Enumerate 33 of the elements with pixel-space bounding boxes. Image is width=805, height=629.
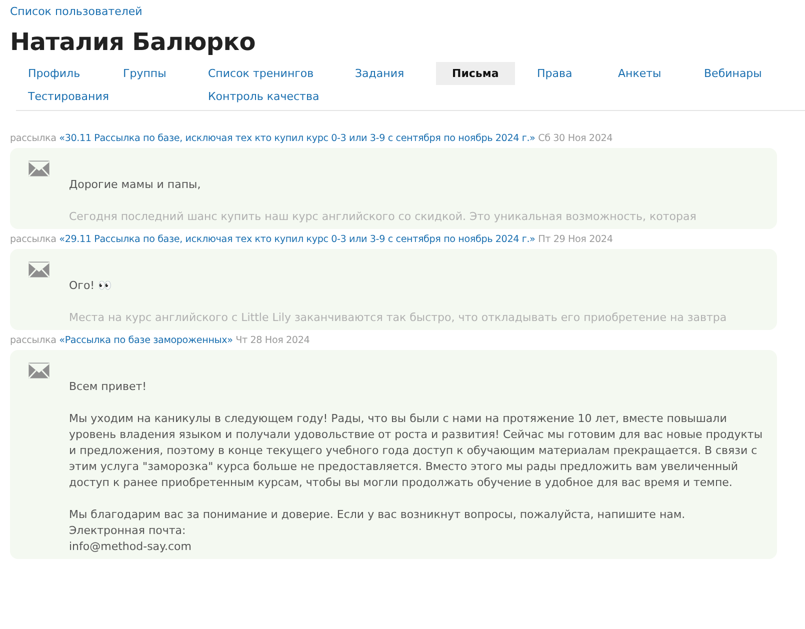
letter-text: Электронная почта:: [69, 523, 187, 539]
letter-type: рассылка: [10, 133, 56, 144]
letter-subject-link[interactable]: «Рассылка по базе замороженных»: [59, 335, 233, 346]
envelope-icon: [28, 160, 50, 177]
tab[interactable]: Права: [525, 62, 584, 85]
letter-subject-link[interactable]: «29.11 Рассылка по базе, исключая тех кто купил курс 0-3 или 3-9 с сентября по ноябрь 2024 г.»: [59, 234, 536, 245]
user-name-title: Наталия Балюрко: [10, 28, 256, 56]
letter-date: Сб 30 Ноя 2024: [538, 133, 613, 144]
letter-text: Сегодня последний шанс купить наш курс английского со скидкой. Это уникальная возможность, которая: [69, 209, 698, 225]
tab[interactable]: Группы: [111, 62, 178, 85]
letter-text: Всем привет!: [69, 379, 148, 395]
letter-text: Мы уходим на каникулы в следующем году! Рады, что вы были с нами на протяжение 10 лет, вместе повышали уровень владения языком и получали удовольствие от роста и развития! Сейчас мы готовим для вас новые продукты и предложения, поэтому в конце текущего учебного года доступ к обучающим материалам прекращается. В связи с этим услуга "заморозка" курса больше не предоставляется. Вместо этого мы рады предложить вам увеличенный доступ к ранее приобретенным курсам, чтобы вы могли продолжать обучение в удобное для вас время и темпе.: [69, 411, 764, 491]
tab[interactable]: Анкеты: [606, 62, 674, 85]
letter-date: Чт 28 Ноя 2024: [236, 335, 310, 346]
letter-text: Мы благодарим вас за понимание и доверие. Если у вас возникнут вопросы, пожалуйста, напишите нам.: [69, 507, 686, 523]
letter-subject-link[interactable]: «30.11 Рассылка по базе, исключая тех кто купил курс 0-3 или 3-9 с сентября по ноябрь 2024 г.»: [59, 133, 536, 144]
envelope-icon: [28, 362, 50, 379]
tab[interactable]: Контроль качества: [196, 85, 332, 108]
tab[interactable]: Письма: [436, 62, 515, 85]
letter-text: Ого! 👀: [69, 278, 114, 294]
envelope-icon: [28, 261, 50, 278]
tab[interactable]: Тестирования: [16, 85, 121, 108]
letter-date: Пт 29 Ноя 2024: [538, 234, 613, 245]
breadcrumb-link[interactable]: Список пользователей: [10, 5, 142, 18]
letter-type: рассылка: [10, 234, 56, 245]
letter-text: info@method-say.com: [69, 539, 192, 555]
letter-text: Дорогие мамы и папы,: [69, 177, 202, 193]
tab[interactable]: Список тренингов: [196, 62, 326, 85]
letter-type: рассылка: [10, 335, 56, 346]
tab[interactable]: Задания: [343, 62, 416, 85]
letter-text: Места на курс английского с Little Lily заканчиваются так быстро, что откладывать его приобретение на завтра: [69, 310, 728, 326]
tab[interactable]: Профиль: [16, 62, 92, 85]
tab[interactable]: Вебинары: [692, 62, 774, 85]
